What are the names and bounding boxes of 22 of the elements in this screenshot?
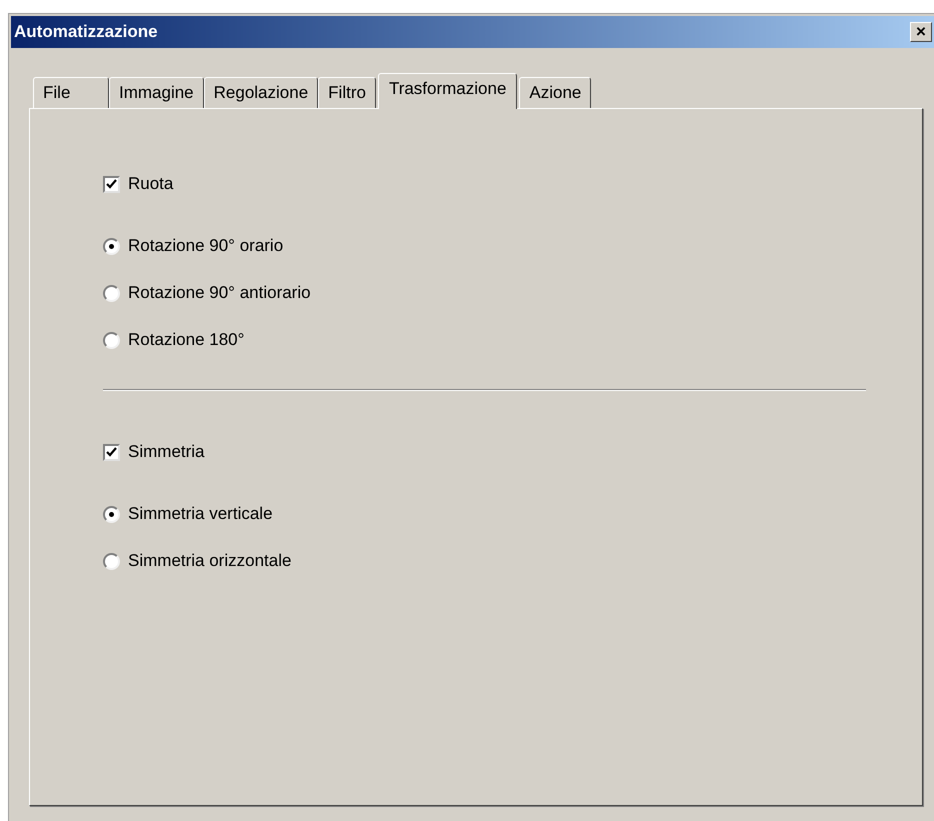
checkbox-label: Simmetria <box>128 441 205 464</box>
radio-button[interactable] <box>103 506 120 522</box>
tab[interactable]: Regolazione <box>204 77 318 108</box>
radio-label: Simmetria orizzontale <box>128 550 292 572</box>
tab[interactable]: Azione <box>519 77 592 108</box>
checkbox-label: Ruota <box>128 173 174 196</box>
radio-label: Simmetria verticale <box>128 503 273 526</box>
radio-label: Rotazione 180° <box>128 329 244 352</box>
close-button[interactable]: × <box>910 22 932 42</box>
tab[interactable]: File <box>33 77 109 108</box>
tab[interactable]: Filtro <box>318 77 376 108</box>
checkbox[interactable] <box>103 176 120 192</box>
radio-label: Rotazione 90° antiorario <box>128 282 311 304</box>
radio-button[interactable] <box>103 238 120 254</box>
checkbox[interactable] <box>103 444 120 460</box>
radio-button[interactable] <box>103 284 120 302</box>
tab[interactable]: Trasformazione <box>378 73 518 109</box>
radio-label: Rotazione 90° orario <box>128 235 284 258</box>
radio-button[interactable] <box>103 332 120 348</box>
radio-button[interactable] <box>103 552 120 570</box>
tab[interactable]: Immagine <box>109 77 204 108</box>
window-title: Automatizzazione <box>14 21 158 44</box>
